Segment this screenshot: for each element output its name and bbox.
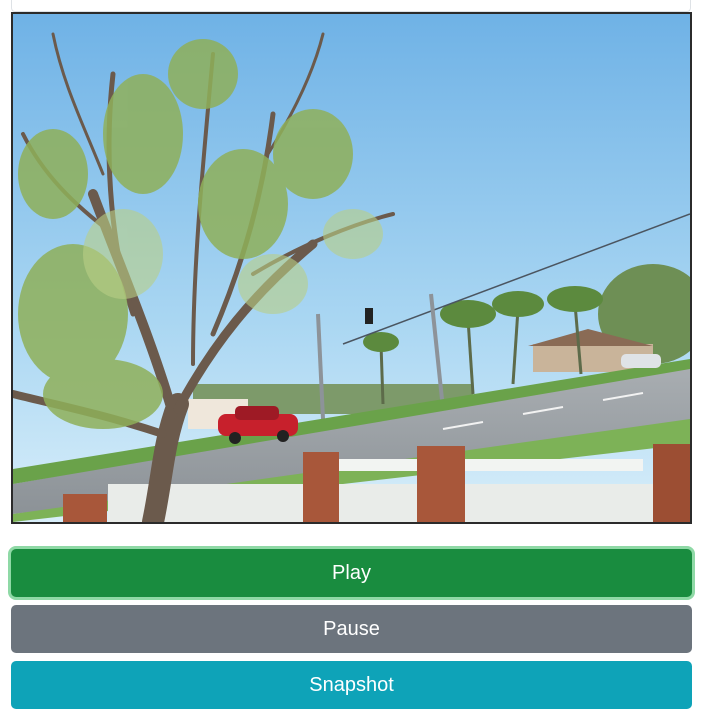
pause-button[interactable]: Pause bbox=[11, 605, 692, 653]
top-panel-edge bbox=[11, 0, 691, 12]
snapshot-button[interactable]: Snapshot bbox=[11, 661, 692, 709]
video-frame-image bbox=[13, 14, 690, 522]
play-button[interactable]: Play bbox=[11, 549, 692, 597]
video-player[interactable] bbox=[11, 12, 692, 524]
